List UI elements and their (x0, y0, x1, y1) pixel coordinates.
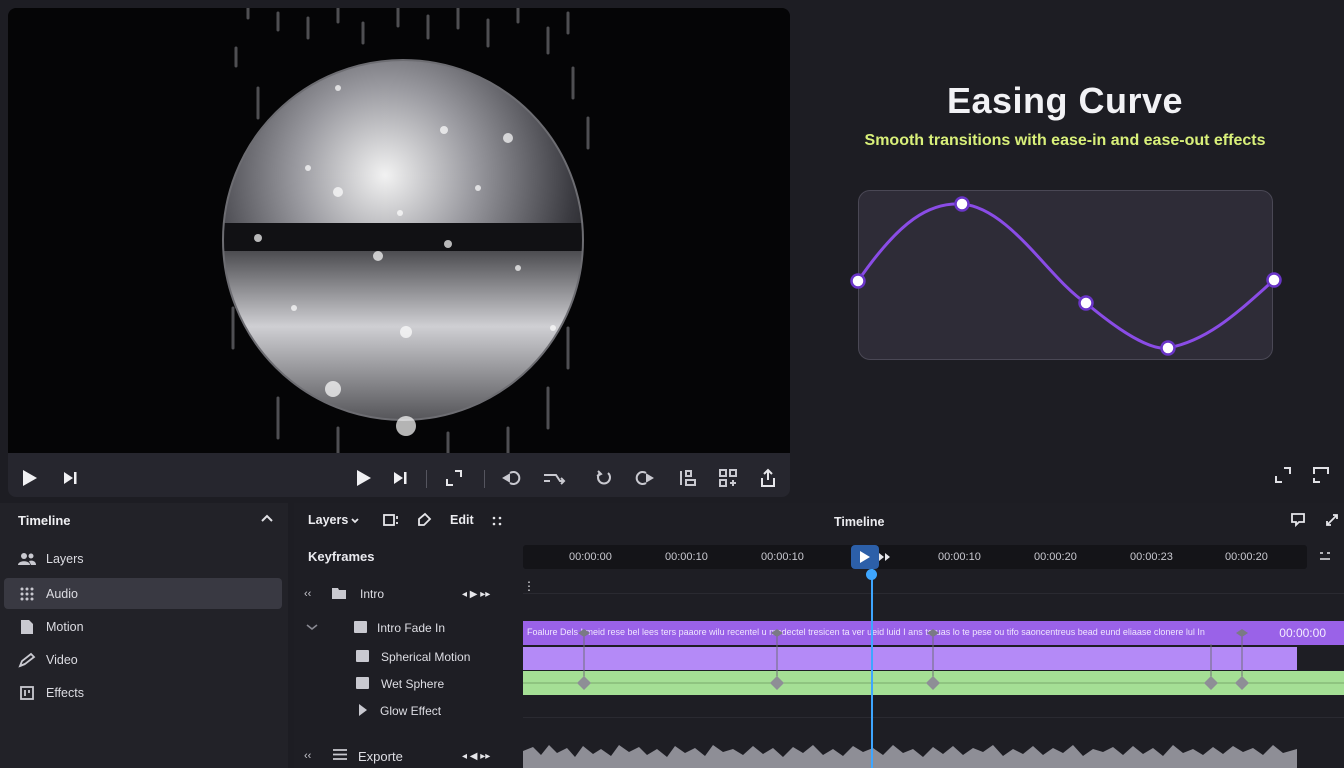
layer-row-wet-sphere[interactable]: Wet Sphere (356, 671, 444, 697)
info-header: Easing Curve Smooth transitions with eas… (800, 80, 1330, 150)
ruler-menu-icon[interactable] (1318, 549, 1336, 567)
sphere-artwork (8, 8, 790, 453)
effects-icon (18, 685, 36, 701)
keyframe-handle (850, 273, 866, 289)
ruler-tick: 00:00:00 (569, 551, 612, 563)
ruler-tick: 00:00:10 (938, 551, 981, 563)
expand-icon[interactable] (1312, 466, 1334, 486)
ruler-tick: 00:00:10 (665, 551, 708, 563)
divider (484, 470, 485, 488)
more-dots-icon[interactable] (491, 514, 509, 532)
keyframe-nav[interactable]: ◂ ▶ ▸▸ (462, 589, 490, 600)
swap-icon[interactable] (540, 464, 568, 492)
divider (426, 470, 427, 488)
keyframe-markers (523, 629, 1344, 690)
list-icon (332, 748, 348, 764)
time-ruler[interactable]: 00:00:00 00:00:10 00:00:10 00:00:10 00:0… (523, 545, 1307, 569)
preview-panel (8, 8, 790, 497)
chevron-up-icon[interactable] (260, 511, 274, 525)
collapse-icon[interactable]: ‹‹ (304, 750, 322, 762)
sidebar-item-label: Audio (46, 586, 78, 601)
folder-icon (356, 676, 369, 692)
layer-label: Exporte (358, 748, 403, 764)
sidebar-item-video[interactable]: Video (4, 644, 282, 675)
layer-row-exporte[interactable]: ‹‹ Exporte ◂ ◀ ▸▸ (304, 743, 490, 768)
layer-label: Wet Sphere (381, 677, 445, 691)
layer-label: Spherical Motion (381, 650, 471, 664)
sidebar-item-label: Layers (46, 551, 84, 566)
ruler-tick: 00:00:20 (1225, 551, 1268, 563)
layer-row-intro[interactable]: ‹‹ Intro ◂ ▶ ▸▸ (304, 581, 490, 607)
page-subtitle: Smooth transitions with ease-in and ease… (864, 132, 1266, 149)
folder-icon (332, 586, 346, 602)
skip-next-icon[interactable] (386, 464, 414, 492)
file-icon (18, 619, 36, 635)
rotate-icon[interactable] (590, 464, 618, 492)
keyframe-handle (1160, 340, 1176, 356)
undo-icon[interactable] (498, 464, 526, 492)
ruler-tick: 00:00:23 (1130, 551, 1173, 563)
sidebar-item-effects[interactable]: Effects (4, 677, 282, 708)
sidebar-heading: Timeline (18, 513, 71, 528)
sidebar: Timeline Layers Audio Motion Video Effec… (0, 503, 288, 768)
playhead[interactable] (871, 569, 873, 768)
keyframe-handle (1266, 272, 1282, 288)
pen-icon (18, 652, 36, 668)
sidebar-item-label: Video (46, 652, 78, 667)
align-icon[interactable] (674, 464, 702, 492)
sidebar-item-label: Effects (46, 685, 84, 700)
video-preview[interactable] (8, 8, 790, 453)
fullscreen-icon[interactable] (1324, 512, 1342, 530)
layer-row-intro-fade-in[interactable]: Intro Fade In (306, 615, 445, 641)
folder-icon (354, 620, 367, 636)
timeline-panel: Layers Edit Timeline Keyframes 00:00:00 … (294, 503, 1344, 768)
sidebar-item-audio[interactable]: Audio (4, 578, 282, 609)
editor-window: Easing Curve Smooth transitions with eas… (0, 0, 1344, 768)
redo-icon[interactable] (630, 464, 658, 492)
page-title: Easing Curve (946, 80, 1184, 121)
play-marker-icon (358, 703, 368, 720)
timeline-toolbar: Layers Edit Timeline (294, 503, 1344, 539)
timeline-title: Timeline (834, 515, 885, 529)
easing-curve-graph[interactable] (840, 180, 1290, 370)
users-icon (18, 551, 36, 567)
grid-icon[interactable] (714, 464, 742, 492)
keyframe-handle (1078, 295, 1094, 311)
edit-menu[interactable]: Edit (450, 513, 474, 527)
play-icon[interactable] (16, 464, 44, 492)
export-icon[interactable] (754, 464, 782, 492)
keyframe-handle (954, 196, 970, 212)
comment-icon[interactable] (1290, 512, 1308, 530)
ruler-tick: 00:00:20 (1034, 551, 1077, 563)
play-icon[interactable] (350, 464, 378, 492)
playhead-handle[interactable] (866, 569, 877, 580)
layer-row-spherical-motion[interactable]: Spherical Motion (356, 644, 470, 670)
keyframe-nav[interactable]: ◂ ◀ ▸▸ (462, 751, 490, 762)
layer-label: Intro Fade In (377, 621, 446, 635)
sidebar-item-layers[interactable]: Layers (4, 543, 282, 574)
playhead-play-button[interactable] (851, 545, 879, 569)
player-controls (8, 460, 790, 497)
audio-waveform[interactable] (523, 743, 1344, 768)
frame-select-icon[interactable] (382, 512, 400, 530)
layer-label: Intro (360, 587, 385, 601)
folder-icon (356, 649, 369, 665)
grid-dots-icon (18, 586, 36, 602)
layer-row-glow-effect[interactable]: Glow Effect (358, 698, 441, 724)
crop-icon[interactable] (440, 464, 468, 492)
sidebar-item-label: Motion (46, 619, 84, 634)
layers-dropdown[interactable]: Layers (308, 513, 348, 527)
skip-next-icon[interactable] (56, 464, 84, 492)
timeline-tracks: Foalure Dels I meid rese bel lees ters p… (523, 569, 1344, 768)
collapse-icon[interactable]: ‹‹ (304, 588, 322, 600)
sidebar-item-motion[interactable]: Motion (4, 611, 282, 642)
fast-forward-icon[interactable] (878, 550, 896, 568)
chevron-down-icon[interactable] (306, 621, 322, 635)
minimize-icon[interactable] (1274, 466, 1296, 486)
ruler-tick: 00:00:10 (761, 551, 804, 563)
tag-icon[interactable] (416, 512, 434, 530)
keyframes-heading: Keyframes (308, 549, 375, 564)
layer-label: Glow Effect (380, 704, 442, 718)
chevron-down-icon[interactable] (350, 513, 368, 531)
